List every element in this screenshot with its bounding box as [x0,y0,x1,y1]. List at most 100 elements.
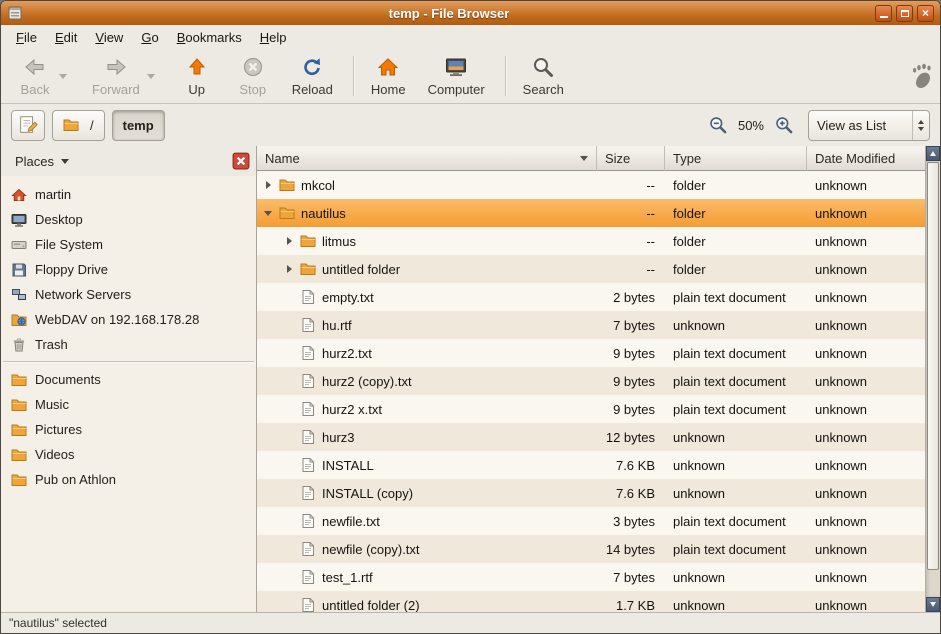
home-button[interactable]: Home [362,51,415,101]
column-label: Type [673,151,701,166]
folder-icon [300,233,316,249]
computer-button[interactable]: Computer [419,51,494,101]
place-label: Documents [35,372,101,387]
combo-stepper-icon[interactable] [912,111,929,140]
column-label: Name [265,151,300,166]
menu-edit[interactable]: Edit [46,27,86,48]
sidebar-item-webdav-on-192-168-178-28[interactable]: WebDAV on 192.168.178.28 [1,307,256,332]
toolbar-buttons: Back Forward Up StopReload Home Computer Searc… [9,49,577,103]
file-row-hurz3[interactable]: hurz312 bytesunknownunknown [257,423,925,451]
back-dropdown-icon[interactable] [59,74,67,79]
file-row-untitled-folder[interactable]: untitled folder--folderunknown [257,255,925,283]
file-type: unknown [665,563,807,591]
zoom-out-icon[interactable] [709,116,727,134]
file-size: 9 bytes [597,367,665,395]
path-root-button[interactable]: / [52,110,105,141]
column-header-size[interactable]: Size [597,146,665,171]
sidebar-item-desktop[interactable]: Desktop [1,207,256,232]
vertical-scrollbar[interactable] [925,146,940,612]
file-icon [300,597,316,612]
places-selector[interactable]: Places [7,151,77,172]
file-type: folder [665,171,807,199]
file-row-test-1-rtf[interactable]: test_1.rtf7 bytesunknownunknown [257,563,925,591]
sidebar-item-martin[interactable]: martin [1,182,256,207]
expander-icon[interactable] [261,211,275,216]
file-row-newfile-copy-txt[interactable]: newfile (copy).txt14 bytesplain text doc… [257,535,925,563]
sidebar-item-pub-on-athlon[interactable]: Pub on Athlon [1,467,256,492]
toolbar-button-label: Up [188,82,205,97]
path-root-label: / [90,118,94,133]
file-row-hurz2-x-txt[interactable]: hurz2 x.txt9 bytesplain text documentunk… [257,395,925,423]
sidebar-item-music[interactable]: Music [1,392,256,417]
up-button[interactable]: Up [171,51,223,101]
column-header-name[interactable]: Name [257,146,597,171]
webdav-icon [11,312,27,328]
view-mode-selector[interactable]: View as List [808,110,930,141]
list-header: Name Size Type Date Modified [257,146,925,171]
expander-icon[interactable] [282,237,296,245]
menu-view[interactable]: View [86,27,132,48]
sidebar-item-network-servers[interactable]: Network Servers [1,282,256,307]
floppy-icon [11,262,27,278]
reload-button[interactable]: Reload [283,51,342,101]
forward-button[interactable]: Forward [83,51,149,101]
file-row-untitled-folder-2[interactable]: untitled folder (2)1.7 KBunknownunknown [257,591,925,612]
place-label: Pictures [35,422,82,437]
scrollbar-thumb[interactable] [927,162,939,570]
folder-icon [11,422,27,438]
back-button[interactable]: Back [9,51,61,101]
toolbar-button-label: Home [371,82,406,97]
column-header-date[interactable]: Date Modified [807,146,925,171]
file-row-hurz2-copy-txt[interactable]: hurz2 (copy).txt9 bytesplain text docume… [257,367,925,395]
file-row-hurz2-txt[interactable]: hurz2.txt9 bytesplain text documentunkno… [257,339,925,367]
file-icon [300,569,316,585]
menu-bookmarks[interactable]: Bookmarks [168,27,251,48]
file-name: mkcol [301,178,335,193]
scrollbar-trough[interactable] [926,161,940,597]
filesystem-icon [11,237,27,253]
scroll-down-icon[interactable] [926,597,940,612]
arrow-up-icon [185,55,209,79]
menu-go[interactable]: Go [132,27,167,48]
file-row-litmus[interactable]: litmus--folderunknown [257,227,925,255]
file-size: 3 bytes [597,507,665,535]
file-size: -- [597,255,665,283]
sidebar-header: Places [1,146,256,176]
minimize-button[interactable] [875,5,892,22]
path-current-button[interactable]: temp [112,110,165,141]
expander-icon[interactable] [261,181,275,189]
menu-file[interactable]: File [7,27,46,48]
sidebar-item-pictures[interactable]: Pictures [1,417,256,442]
sidebar-item-file-system[interactable]: File System [1,232,256,257]
file-type: plain text document [665,535,807,563]
sidebar-close-icon[interactable] [232,152,250,170]
file-row-empty-txt[interactable]: empty.txt2 bytesplain text documentunkno… [257,283,925,311]
scroll-up-icon[interactable] [926,146,940,161]
folder-icon [279,205,295,221]
sidebar-item-trash[interactable]: Trash [1,332,256,357]
sidebar-item-videos[interactable]: Videos [1,442,256,467]
file-row-hu-rtf[interactable]: hu.rtf7 bytesunknownunknown [257,311,925,339]
maximize-button[interactable] [896,5,913,22]
sidebar-item-documents[interactable]: Documents [1,367,256,392]
menu-help[interactable]: Help [251,27,296,48]
file-name: INSTALL [322,458,374,473]
expander-icon[interactable] [282,265,296,273]
search-button[interactable]: Search [514,51,573,101]
zoom-in-icon[interactable] [775,116,793,134]
file-row-nautilus[interactable]: nautilus--folderunknown [257,199,925,227]
column-header-type[interactable]: Type [665,146,807,171]
edit-location-button[interactable] [11,110,45,141]
file-row-newfile-txt[interactable]: newfile.txt3 bytesplain text documentunk… [257,507,925,535]
close-button[interactable]: × [917,5,934,22]
file-row-install[interactable]: INSTALL7.6 KBunknownunknown [257,451,925,479]
titlebar[interactable]: temp - File Browser × [1,1,940,25]
sidebar-item-floppy-drive[interactable]: Floppy Drive [1,257,256,282]
stop-button[interactable]: Stop [227,51,279,101]
file-row-install-copy[interactable]: INSTALL (copy)7.6 KBunknownunknown [257,479,925,507]
view-mode-label: View as List [817,118,886,133]
file-date: unknown [807,171,925,199]
forward-dropdown-icon[interactable] [147,74,155,79]
file-row-mkcol[interactable]: mkcol--folderunknown [257,171,925,199]
file-size: 9 bytes [597,339,665,367]
